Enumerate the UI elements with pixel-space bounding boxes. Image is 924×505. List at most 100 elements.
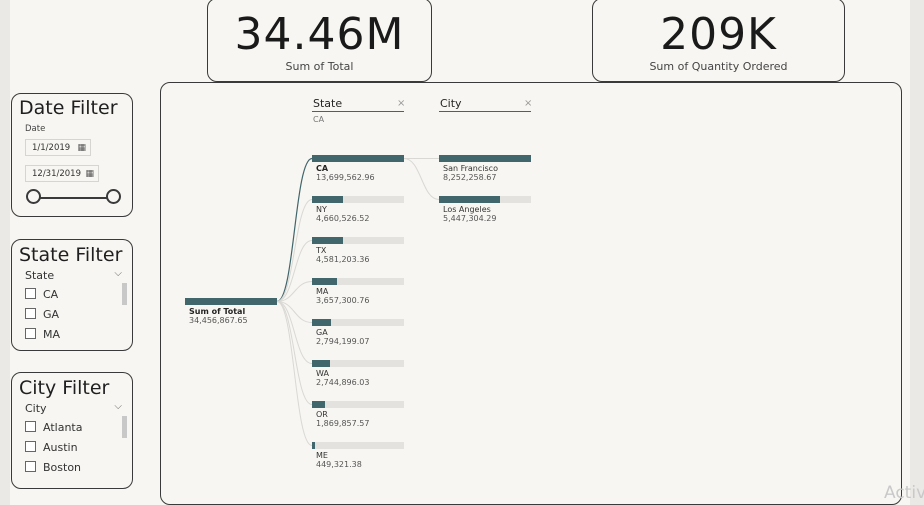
header-underline (439, 111, 531, 112)
city-filter-panel: City Filter City ⌵ Atlanta Austin Boston (11, 372, 133, 489)
city-node-bar[interactable] (439, 155, 531, 162)
state-node-value: 2,794,199.07 (316, 337, 370, 346)
end-date-value: 12/31/2019 (32, 169, 81, 179)
header-underline (312, 111, 404, 112)
state-node-bar[interactable] (312, 155, 404, 162)
checkbox[interactable] (25, 461, 36, 472)
state-node-label: GA 2,794,199.07 (316, 328, 369, 346)
chevron-down-icon[interactable]: ⌵ (114, 401, 122, 412)
checkbox[interactable] (25, 421, 36, 432)
city-option[interactable]: Austin (25, 441, 78, 454)
checkbox[interactable] (25, 308, 36, 319)
state-node-value: 2,744,896.03 (316, 378, 370, 387)
kpi-label: Sum of Total (285, 60, 354, 73)
city-node-value: 8,252,258.67 (443, 173, 497, 182)
state-node-bar-fill (312, 237, 343, 244)
state-node-label: TX 4,581,203.36 (316, 246, 369, 264)
state-node-name: ME (316, 451, 328, 460)
city-node-bar[interactable] (439, 196, 531, 203)
state-node-value: 4,581,203.36 (316, 255, 370, 264)
city-node-label: San Francisco 8,252,258.67 (443, 164, 498, 182)
kpi-label: Sum of Quantity Ordered (649, 60, 788, 73)
state-node-value: 1,869,857.57 (316, 419, 370, 428)
date-filter-panel: Date Filter Date 1/1/2019 ▦ 12/31/2019 ▦ (11, 93, 133, 217)
state-node-name: TX (316, 246, 327, 255)
checkbox[interactable] (25, 441, 36, 452)
calendar-icon[interactable]: ▦ (85, 166, 94, 183)
date-field-label: Date (25, 124, 46, 134)
state-node-bar[interactable] (312, 237, 404, 244)
root-node-bar[interactable] (185, 298, 277, 305)
state-node-bar[interactable] (312, 278, 404, 285)
state-node-label: OR 1,869,857.57 (316, 410, 369, 428)
root-node-value: 34,456,867.65 (189, 316, 248, 325)
state-node-value: 3,657,300.76 (316, 296, 370, 305)
close-icon[interactable]: × (524, 98, 532, 109)
kpi-value: 34.46M (234, 9, 405, 60)
city-node-name: San Francisco (443, 164, 498, 173)
scrollbar[interactable] (122, 283, 127, 305)
state-node-bar[interactable] (312, 319, 404, 326)
calendar-icon[interactable]: ▦ (77, 140, 86, 157)
state-option[interactable]: GA (25, 308, 59, 321)
dropdown-label: City (25, 402, 47, 415)
city-option[interactable]: Boston (25, 461, 81, 474)
state-node-label: MA 3,657,300.76 (316, 287, 369, 305)
city-dropdown-header[interactable]: City ⌵ (25, 401, 122, 415)
dropdown-label: State (25, 269, 55, 282)
state-node-value: 449,321.38 (316, 460, 362, 469)
state-filter-panel: State Filter State ⌵ CA GA MA (11, 239, 133, 351)
kpi-card-quantity[interactable]: 209K Sum of Quantity Ordered (592, 0, 845, 82)
chevron-down-icon[interactable]: ⌵ (114, 268, 122, 279)
state-selected-value: CA (313, 115, 325, 124)
city-option[interactable]: Atlanta (25, 421, 82, 434)
date-range-end-handle[interactable] (106, 189, 121, 204)
state-node-name: CA (316, 164, 329, 173)
state-dropdown-header[interactable]: State ⌵ (25, 268, 122, 282)
root-node-name: Sum of Total (189, 307, 246, 316)
state-node-bar-fill (312, 442, 315, 449)
state-node-label: WA 2,744,896.03 (316, 369, 369, 387)
root-node-label: Sum of Total 34,456,867.65 (189, 307, 248, 325)
checkbox[interactable] (25, 328, 36, 339)
state-node-bar-fill (312, 360, 330, 367)
date-range-track[interactable] (35, 197, 116, 199)
panel-title: City Filter (19, 377, 110, 399)
start-date-value: 1/1/2019 (32, 143, 71, 153)
city-node-label: Los Angeles 5,447,304.29 (443, 205, 496, 223)
city-node-bar-fill (439, 155, 531, 162)
city-node-name: Los Angeles (443, 205, 491, 214)
root-node-bar-fill (185, 298, 277, 305)
scrollbar[interactable] (122, 416, 127, 438)
panel-title: State Filter (19, 244, 123, 266)
state-node-bar[interactable] (312, 401, 404, 408)
state-node-bar-fill (312, 155, 404, 162)
city-node-value: 5,447,304.29 (443, 214, 497, 223)
close-icon[interactable]: × (397, 98, 405, 109)
state-node-bar-fill (312, 278, 337, 285)
state-node-value: 4,660,526.52 (316, 214, 370, 223)
state-node-bar[interactable] (312, 360, 404, 367)
state-node-bar-fill (312, 319, 331, 326)
state-level-header[interactable]: State (313, 97, 342, 110)
state-node-label: NY 4,660,526.52 (316, 205, 369, 223)
date-range-start-handle[interactable] (26, 189, 41, 204)
state-node-bar[interactable] (312, 442, 404, 449)
end-date-input[interactable]: 12/31/2019 ▦ (25, 165, 99, 182)
state-option[interactable]: CA (25, 288, 58, 301)
state-node-label: CA 13,699,562.96 (316, 164, 375, 182)
state-node-name: MA (316, 287, 329, 296)
state-option[interactable]: MA (25, 328, 60, 341)
state-node-bar-fill (312, 196, 343, 203)
state-node-label: ME 449,321.38 (316, 451, 362, 469)
kpi-card-total[interactable]: 34.46M Sum of Total (207, 0, 432, 82)
state-node-name: OR (316, 410, 328, 419)
checkbox[interactable] (25, 288, 36, 299)
city-level-header[interactable]: City (440, 97, 462, 110)
activation-watermark: Activ (884, 483, 924, 503)
panel-title: Date Filter (19, 97, 118, 119)
state-node-name: GA (316, 328, 328, 337)
state-node-bar[interactable] (312, 196, 404, 203)
start-date-input[interactable]: 1/1/2019 ▦ (25, 139, 91, 156)
decomposition-tree-visual[interactable] (160, 82, 902, 505)
